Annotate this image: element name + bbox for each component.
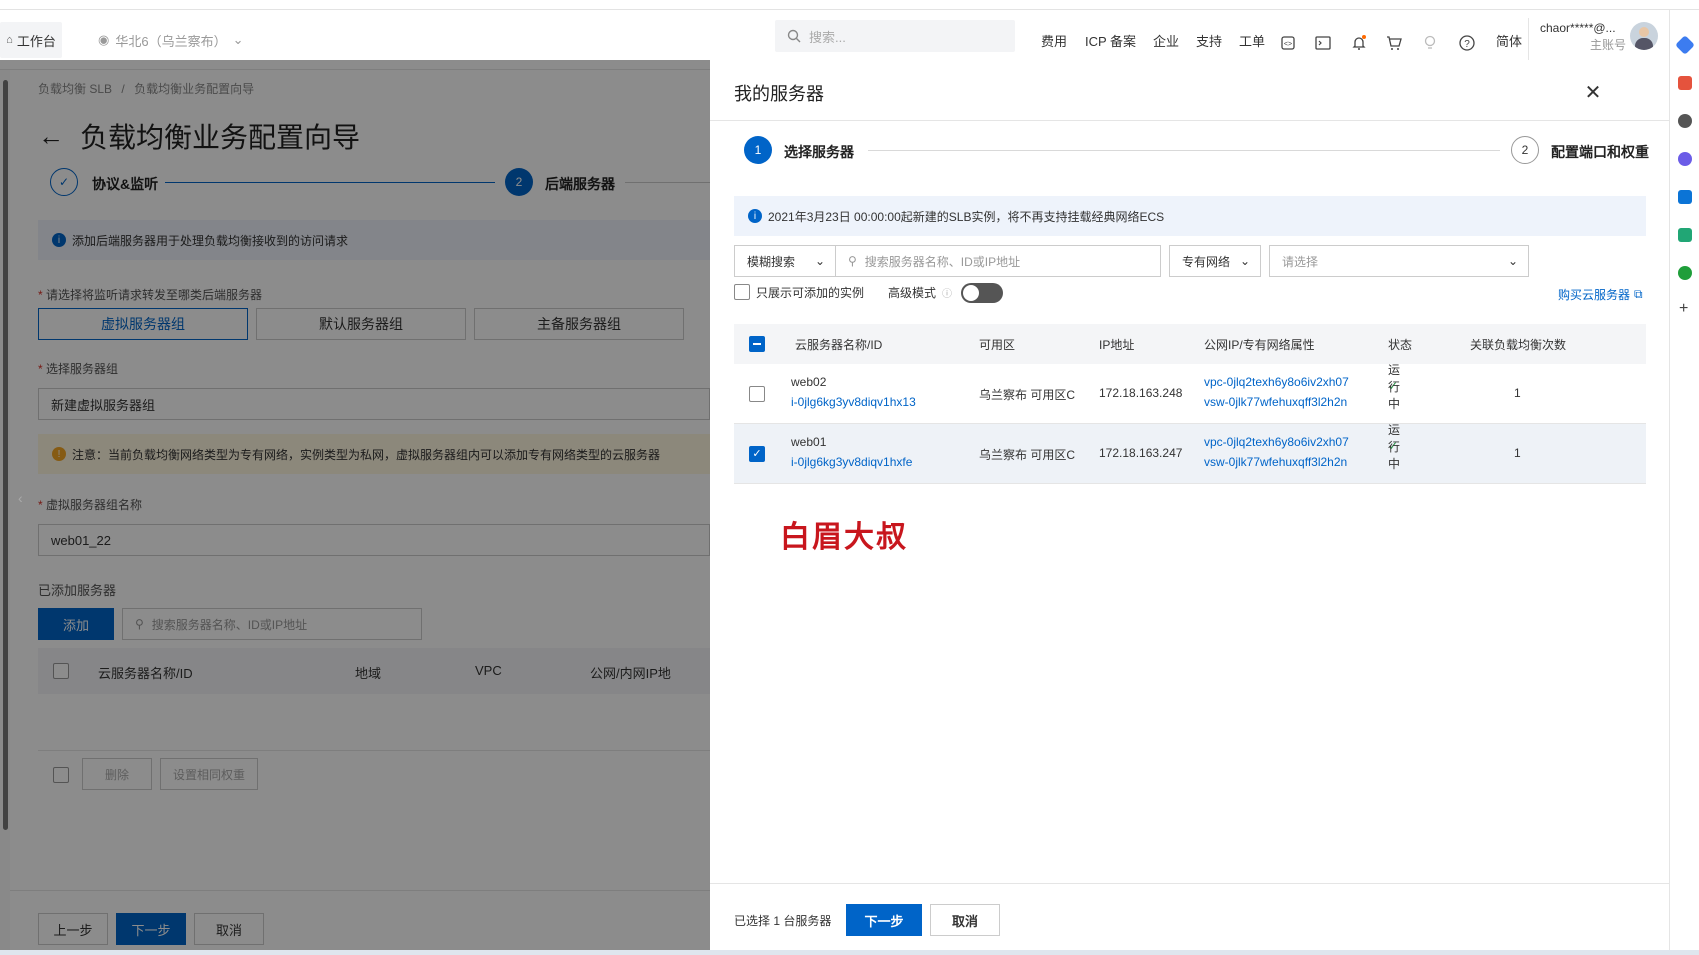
close-icon[interactable]: ✕ bbox=[1583, 82, 1603, 104]
advanced-mode-label: 高级模式 bbox=[888, 285, 937, 300]
row-checkbox[interactable]: ✓ bbox=[749, 446, 765, 462]
vpc-link[interactable]: vpc-0jlq2texh6y8o6iv2xh07 bbox=[1204, 375, 1349, 389]
drawer-next-button[interactable]: 下一步 bbox=[846, 904, 922, 936]
workspace-home-icon: ⌂ bbox=[6, 34, 13, 46]
filter-options: 只展示可添加的实例 高级模式 ⓘ bbox=[734, 282, 952, 302]
location-icon: ◉ bbox=[98, 32, 110, 47]
ip-address: 172.18.163.247 bbox=[1099, 446, 1183, 460]
app-icon[interactable] bbox=[1678, 152, 1692, 166]
step-number: 2 bbox=[1511, 136, 1539, 164]
step-number: 1 bbox=[744, 136, 772, 164]
search-type-select[interactable]: 模糊搜索 ⌄ bbox=[734, 245, 836, 277]
server-name: web01 bbox=[791, 435, 827, 449]
drawer-title: 我的服务器 bbox=[734, 84, 824, 104]
cart-icon[interactable] bbox=[1385, 34, 1403, 52]
avatar[interactable] bbox=[1630, 22, 1658, 50]
server-id-link[interactable]: i-0jlg6kg3yv8diqv1hx13 bbox=[791, 395, 916, 409]
app-icon[interactable] bbox=[1678, 76, 1692, 90]
plus-icon[interactable]: + bbox=[1679, 300, 1688, 318]
only-available-label: 只展示可添加的实例 bbox=[756, 285, 865, 300]
lb-count: 1 bbox=[1514, 386, 1521, 400]
selected-count: 已选择 1 台服务器 bbox=[734, 914, 832, 928]
workspace-button[interactable]: ⌂ 工作台 bbox=[0, 22, 62, 58]
nav-label: 企业 bbox=[1153, 33, 1180, 49]
nav-label: 费用 bbox=[1041, 33, 1068, 49]
table-row[interactable]: web02 i-0jlg6kg3yv8diqv1hx13 乌兰察布 可用区C 1… bbox=[734, 363, 1646, 424]
watermark: 白眉大叔 bbox=[780, 520, 908, 555]
help-icon[interactable]: ? bbox=[1458, 34, 1476, 52]
buy-server-link[interactable]: 购买云服务器 ⧉ bbox=[1558, 286, 1643, 303]
app-icon[interactable] bbox=[1675, 35, 1695, 55]
svg-text:?: ? bbox=[1464, 39, 1470, 50]
app-icon[interactable] bbox=[1678, 190, 1692, 204]
info-icon: i bbox=[748, 209, 762, 223]
step-label: 选择服务器 bbox=[784, 144, 854, 160]
help-circle-icon: ⓘ bbox=[942, 288, 953, 300]
chevron-down-icon: ⌄ bbox=[1239, 254, 1250, 268]
code-icon[interactable]: <> bbox=[1279, 34, 1297, 52]
vpc-link[interactable]: vpc-0jlq2texh6y8o6iv2xh07 bbox=[1204, 435, 1349, 449]
drawer-info-banner: i 2021年3月23日 00:00:00起新建的SLB实例，将不再支持挂载经典… bbox=[734, 196, 1646, 236]
lb-count: 1 bbox=[1514, 446, 1521, 460]
svg-text:<>: <> bbox=[1284, 41, 1292, 48]
chevron-down-icon: ⌄ bbox=[232, 32, 244, 47]
nav-label: 支持 bbox=[1196, 33, 1223, 49]
taskbar-strip bbox=[0, 950, 1699, 955]
row-checkbox[interactable] bbox=[749, 386, 765, 402]
server-table: 云服务器名称/ID 可用区 IP地址 公网IP/专有网络属性 状态 关联负载均衡… bbox=[734, 324, 1646, 484]
only-available-checkbox[interactable] bbox=[734, 284, 750, 300]
select-all-checkbox[interactable] bbox=[749, 336, 765, 352]
bulb-icon[interactable] bbox=[1421, 34, 1439, 52]
step-label: 配置端口和权重 bbox=[1551, 144, 1649, 160]
zone: 乌兰察布 可用区C bbox=[979, 388, 1076, 402]
server-drawer: 我的服务器 ✕ 1 选择服务器 2 配置端口和权重 i 2021年3月23日 0… bbox=[710, 60, 1669, 950]
table-row[interactable]: ✓ web01 i-0jlg6kg3yv8diqv1hxfe 乌兰察布 可用区C… bbox=[734, 423, 1646, 484]
search-icon: ⚲ bbox=[848, 254, 857, 268]
bell-icon[interactable] bbox=[1350, 34, 1368, 52]
table-header: 云服务器名称/ID 可用区 IP地址 公网IP/专有网络属性 状态 关联负载均衡… bbox=[734, 324, 1646, 364]
advanced-mode-toggle[interactable] bbox=[961, 283, 1003, 303]
app-icon[interactable] bbox=[1678, 228, 1692, 242]
nav-label: 工单 bbox=[1239, 33, 1266, 49]
vpc-select[interactable]: 请选择 ⌄ bbox=[1269, 245, 1529, 277]
user-menu[interactable]: chaor*****@... 主账号 bbox=[1540, 20, 1640, 54]
search-icon bbox=[787, 29, 801, 43]
chevron-down-icon: ⌄ bbox=[814, 254, 825, 268]
vsw-link[interactable]: vsw-0jlk77wfehuxqff3l2h2n bbox=[1204, 395, 1347, 409]
nav-label: ICP 备案 bbox=[1085, 33, 1137, 49]
server-search-input[interactable]: ⚲ 搜索服务器名称、ID或IP地址 bbox=[835, 245, 1161, 277]
app-icon[interactable] bbox=[1678, 114, 1692, 128]
drawer-footer: 已选择 1 台服务器 下一步 取消 bbox=[710, 883, 1669, 950]
username: chaor*****@... bbox=[1540, 21, 1616, 35]
server-id-link[interactable]: i-0jlg6kg3yv8diqv1hxfe bbox=[791, 455, 912, 469]
terminal-icon[interactable] bbox=[1314, 34, 1332, 52]
ip-address: 172.18.163.248 bbox=[1099, 386, 1183, 400]
lang-label: 简体 bbox=[1496, 33, 1523, 49]
workspace-label: 工作台 bbox=[16, 33, 56, 49]
app-icon[interactable] bbox=[1678, 266, 1692, 280]
account-role: 主账号 bbox=[1589, 38, 1626, 52]
right-app-strip: + bbox=[1669, 10, 1699, 955]
global-search-input[interactable]: 搜索... bbox=[775, 20, 1015, 52]
step-connector bbox=[868, 150, 1500, 151]
modal-overlay[interactable] bbox=[0, 60, 710, 955]
divider bbox=[1528, 18, 1529, 62]
chevron-down-icon: ⌄ bbox=[1507, 254, 1518, 268]
external-link-icon: ⧉ bbox=[1634, 287, 1643, 301]
drawer-cancel-button[interactable]: 取消 bbox=[930, 904, 1000, 936]
server-name: web02 bbox=[791, 375, 827, 389]
vsw-link[interactable]: vsw-0jlk77wfehuxqff3l2h2n bbox=[1204, 455, 1347, 469]
browser-top-strip bbox=[0, 0, 1699, 10]
region-label: 华北6（乌兰察布） bbox=[115, 33, 227, 49]
search-placeholder: 搜索... bbox=[809, 29, 846, 45]
info-text: 2021年3月23日 00:00:00起新建的SLB实例，将不再支持挂载经典网络… bbox=[768, 209, 1165, 224]
collapse-handle-icon[interactable]: ‹ bbox=[18, 490, 23, 506]
network-type-select[interactable]: 专有网络 ⌄ bbox=[1169, 245, 1261, 277]
zone: 乌兰察布 可用区C bbox=[979, 448, 1076, 462]
